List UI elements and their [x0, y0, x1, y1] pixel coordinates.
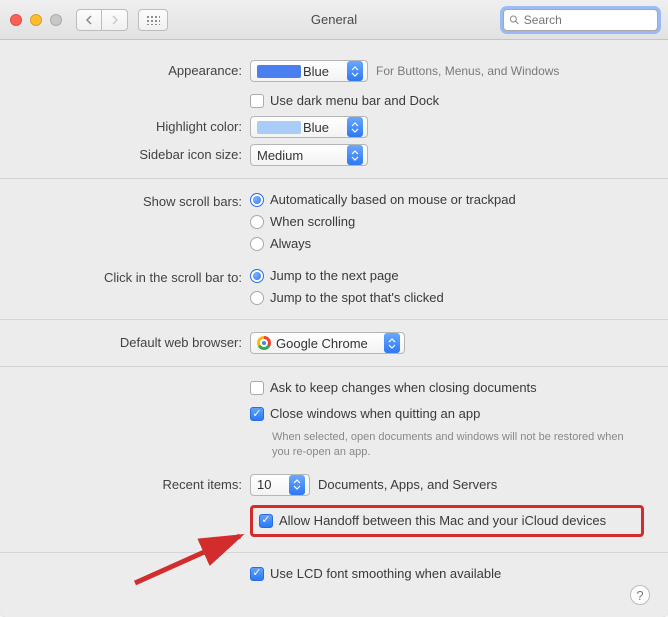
recent-suffix: Documents, Apps, and Servers: [318, 477, 497, 492]
ask-label: Ask to keep changes when closing documen…: [270, 379, 537, 397]
scrollbars-radio-always[interactable]: [250, 237, 264, 251]
label-recent: Recent items:: [24, 474, 250, 496]
label-browser: Default web browser:: [24, 332, 250, 354]
row-handoff: Allow Handoff between this Mac and your …: [24, 502, 644, 540]
label-highlight: Highlight color:: [24, 116, 250, 138]
sidebar-value: Medium: [257, 148, 343, 163]
appearance-hint: For Buttons, Menus, and Windows: [376, 64, 559, 78]
search-icon: [509, 14, 520, 26]
scrollbars-radio-scrolling[interactable]: [250, 215, 264, 229]
label-scrollbars: Show scroll bars:: [24, 191, 250, 213]
lcd-label: Use LCD font smoothing when available: [270, 565, 501, 583]
clickscroll-radio-spot[interactable]: [250, 291, 264, 305]
show-all-button[interactable]: [138, 9, 168, 31]
close-hint: When selected, open documents and window…: [272, 430, 644, 460]
darkmenu-label: Use dark menu bar and Dock: [270, 92, 439, 110]
appearance-value: Blue: [303, 64, 343, 79]
scrollbars-opt-2: Always: [270, 235, 311, 253]
close-button[interactable]: [10, 14, 22, 26]
scrollbars-radio-auto[interactable]: [250, 193, 264, 207]
minimize-button[interactable]: [30, 14, 42, 26]
traffic-lights: [10, 14, 62, 26]
help-button[interactable]: ?: [630, 585, 650, 605]
label-sidebar: Sidebar icon size:: [24, 144, 250, 166]
row-highlight: Highlight color: Blue: [24, 116, 644, 138]
handoff-label: Allow Handoff between this Mac and your …: [279, 512, 606, 530]
nav-buttons: [76, 9, 128, 31]
row-lcd: Use LCD font smoothing when available: [24, 565, 644, 583]
chrome-icon: [257, 336, 271, 350]
clickscroll-opt-0: Jump to the next page: [270, 267, 399, 285]
chevron-left-icon: [85, 15, 93, 25]
close-label: Close windows when quitting an app: [270, 405, 480, 423]
scrollbars-opt-0: Automatically based on mouse or trackpad: [270, 191, 516, 209]
row-recent: Recent items: 10 Documents, Apps, and Se…: [24, 474, 644, 496]
chevron-right-icon: [111, 15, 119, 25]
blue-swatch-icon: [257, 65, 301, 78]
browser-value: Google Chrome: [273, 336, 380, 351]
dropdown-arrow-icon: [347, 117, 363, 137]
forward-button[interactable]: [102, 9, 128, 31]
highlight-value: Blue: [303, 120, 343, 135]
label-appearance: Appearance:: [24, 60, 250, 82]
search-input[interactable]: [524, 13, 652, 27]
row-scrollbars: Show scroll bars: Automatically based on…: [24, 191, 644, 253]
separator: [0, 178, 668, 179]
clickscroll-radio-page[interactable]: [250, 269, 264, 283]
recent-select[interactable]: 10: [250, 474, 310, 496]
annotation-highlight: Allow Handoff between this Mac and your …: [250, 505, 644, 537]
sidebar-select[interactable]: Medium: [250, 144, 368, 166]
separator: [0, 552, 668, 553]
lcd-checkbox[interactable]: [250, 567, 264, 581]
separator: [0, 319, 668, 320]
row-clickscroll: Click in the scroll bar to: Jump to the …: [24, 267, 644, 307]
close-checkbox[interactable]: [250, 407, 264, 421]
search-field-wrap[interactable]: [503, 9, 658, 31]
recent-value: 10: [257, 477, 285, 492]
appearance-select[interactable]: Blue: [250, 60, 368, 82]
preferences-window: General Appearance: Blue: [0, 0, 668, 617]
zoom-button[interactable]: [50, 14, 62, 26]
ask-checkbox[interactable]: [250, 381, 264, 395]
separator: [0, 366, 668, 367]
row-browser: Default web browser: Google Chrome: [24, 332, 644, 354]
dropdown-arrow-icon: [347, 145, 363, 165]
content: Appearance: Blue For Buttons, Menus, and…: [0, 40, 668, 609]
browser-select[interactable]: Google Chrome: [250, 332, 405, 354]
row-appearance: Appearance: Blue For Buttons, Menus, and…: [24, 60, 644, 110]
grid-icon: [146, 15, 160, 25]
clickscroll-opt-1: Jump to the spot that's clicked: [270, 289, 444, 307]
titlebar: General: [0, 0, 668, 40]
dropdown-arrow-icon: [289, 475, 305, 495]
label-clickscroll: Click in the scroll bar to:: [24, 267, 250, 289]
scrollbars-opt-1: When scrolling: [270, 213, 355, 231]
dropdown-arrow-icon: [347, 61, 363, 81]
row-doc-options: Ask to keep changes when closing documen…: [24, 379, 644, 460]
darkmenu-checkbox[interactable]: [250, 94, 264, 108]
row-sidebar: Sidebar icon size: Medium: [24, 144, 644, 166]
back-button[interactable]: [76, 9, 102, 31]
highlight-swatch-icon: [257, 121, 301, 134]
handoff-checkbox[interactable]: [259, 514, 273, 528]
dropdown-arrow-icon: [384, 333, 400, 353]
highlight-select[interactable]: Blue: [250, 116, 368, 138]
